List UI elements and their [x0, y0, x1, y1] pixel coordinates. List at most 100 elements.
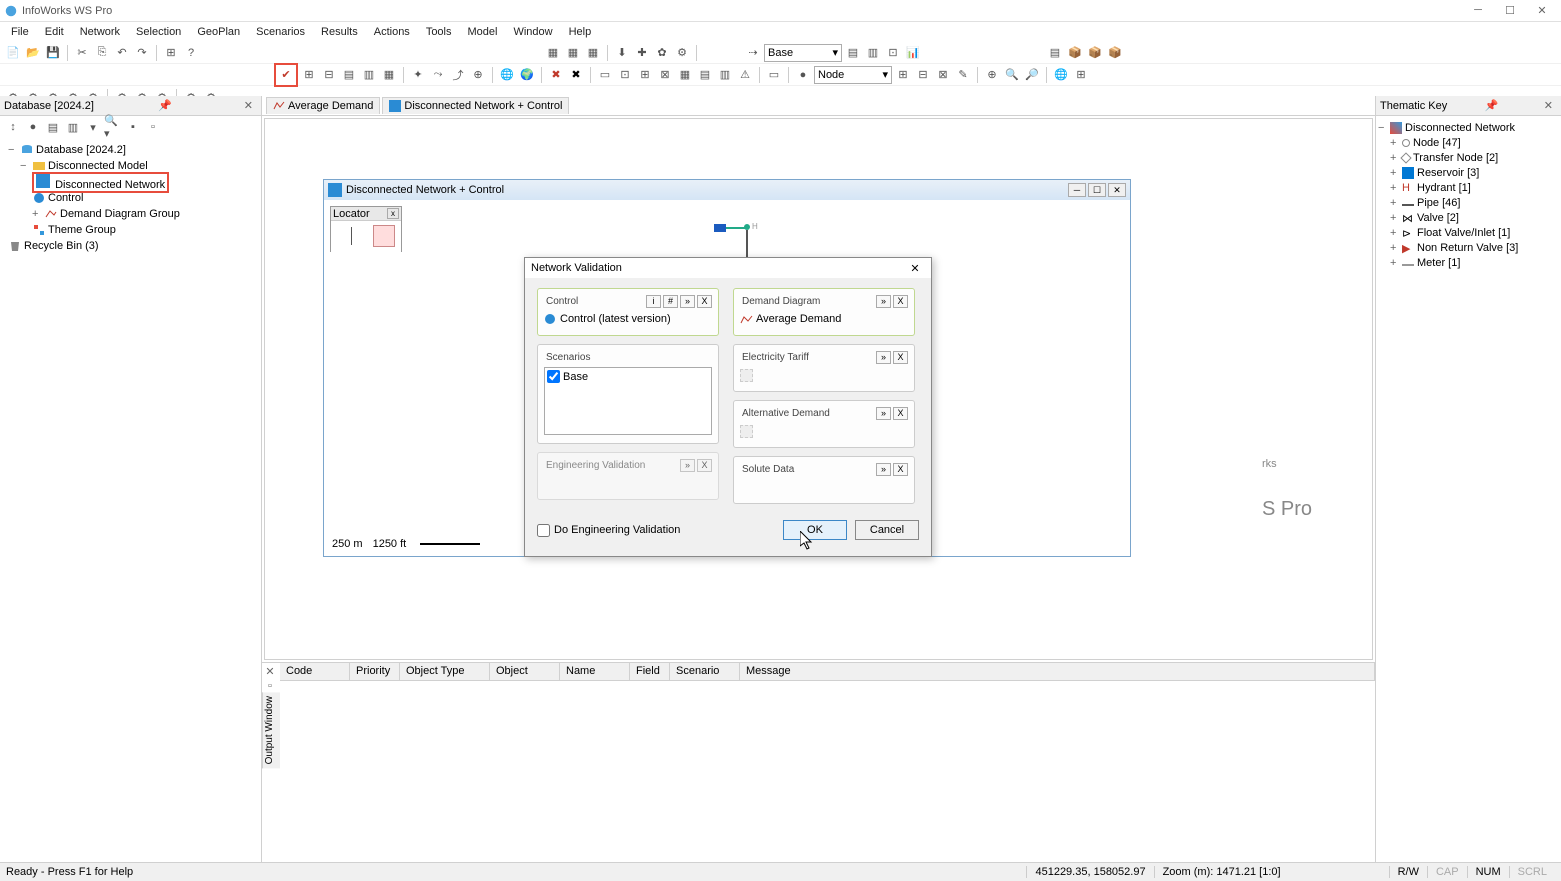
browse-button[interactable]: »	[876, 295, 891, 308]
col-priority[interactable]: Priority	[350, 663, 400, 680]
menu-geoplan[interactable]: GeoPlan	[190, 24, 247, 40]
tool-icon[interactable]: ⊞	[894, 66, 912, 84]
col-scenario[interactable]: Scenario	[670, 663, 740, 680]
thematic-item[interactable]: +Transfer Node [2]	[1378, 150, 1559, 165]
globe-icon[interactable]: 🌐	[1052, 66, 1070, 84]
tool-icon[interactable]: ✖	[567, 66, 585, 84]
copy-icon[interactable]: ⎘	[93, 44, 111, 62]
iw-close[interactable]: ✕	[1108, 183, 1126, 197]
menu-file[interactable]: File	[4, 24, 36, 40]
do-engineering-checkbox[interactable]: Do Engineering Validation	[537, 524, 680, 537]
tree-network[interactable]: Disconnected Network	[8, 174, 257, 190]
search-icon[interactable]: 🔍▾	[104, 118, 122, 136]
iw-maximize[interactable]: ☐	[1088, 183, 1106, 197]
tool-icon[interactable]: ✚	[633, 44, 651, 62]
tool-icon[interactable]: ⊡	[884, 44, 902, 62]
tool-icon[interactable]: ⊠	[934, 66, 952, 84]
tool-icon[interactable]: ▫	[144, 118, 162, 136]
thematic-item[interactable]: +⊳Float Valve/Inlet [1]	[1378, 225, 1559, 240]
tool-icon[interactable]: ⬇	[613, 44, 631, 62]
tool-icon[interactable]: ▾	[84, 118, 102, 136]
tool-icon[interactable]: ▤	[844, 44, 862, 62]
tree-theme[interactable]: Theme Group	[8, 222, 257, 238]
thematic-item[interactable]: +Meter [1]	[1378, 255, 1559, 270]
thematic-item[interactable]: +⋈Valve [2]	[1378, 210, 1559, 225]
output-tab[interactable]: Output Window	[262, 692, 280, 768]
col-object[interactable]: Object	[490, 663, 560, 680]
clear-button[interactable]: X	[893, 295, 908, 308]
tool-icon[interactable]: ▤	[696, 66, 714, 84]
tool-icon[interactable]: 📦	[1106, 44, 1124, 62]
thematic-item[interactable]: +Reservoir [3]	[1378, 165, 1559, 180]
browse-button[interactable]: »	[680, 295, 695, 308]
menu-scenarios[interactable]: Scenarios	[249, 24, 312, 40]
cut-icon[interactable]: ✂	[73, 44, 91, 62]
tool-icon[interactable]: ⊞	[1072, 66, 1090, 84]
tool-icon[interactable]: ⊟	[914, 66, 932, 84]
grid-icon[interactable]: ⊞	[162, 44, 180, 62]
close-button[interactable]: ✕	[1527, 4, 1557, 17]
pointer-icon[interactable]: ▭	[596, 66, 614, 84]
warning-icon[interactable]: ⚠	[736, 66, 754, 84]
menu-help[interactable]: Help	[562, 24, 599, 40]
tool-icon[interactable]: ▤	[340, 66, 358, 84]
tool-icon[interactable]: 🌍	[518, 66, 536, 84]
new-icon[interactable]: 📄	[4, 44, 22, 62]
col-field[interactable]: Field	[630, 663, 670, 680]
clear-button[interactable]: X	[893, 407, 908, 420]
scenario-combo[interactable]: Base▾	[764, 44, 842, 62]
tool-icon[interactable]: ⚙	[673, 44, 691, 62]
thematic-item[interactable]: +HHydrant [1]	[1378, 180, 1559, 195]
tool-icon[interactable]: ✖	[547, 66, 565, 84]
menu-results[interactable]: Results	[314, 24, 365, 40]
undo-icon[interactable]: ↶	[113, 44, 131, 62]
tool-icon[interactable]: 📦	[1086, 44, 1104, 62]
scenario-base-checkbox[interactable]	[547, 370, 560, 383]
edit-icon[interactable]: ✎	[954, 66, 972, 84]
output-close[interactable]: ✕	[262, 663, 278, 678]
iw-minimize[interactable]: ─	[1068, 183, 1086, 197]
tool-icon[interactable]: ▤	[44, 118, 62, 136]
tab-disconnected-network[interactable]: Disconnected Network + Control	[382, 97, 569, 114]
browse-button[interactable]: »	[876, 463, 891, 476]
panel-close[interactable]: ✕	[1540, 99, 1557, 112]
chart-icon[interactable]: 📊	[904, 44, 922, 62]
maximize-button[interactable]: ☐	[1495, 4, 1525, 17]
tool-icon[interactable]: ⊕	[469, 66, 487, 84]
menu-network[interactable]: Network	[73, 24, 127, 40]
tool-icon[interactable]: ▦	[584, 44, 602, 62]
tool-icon[interactable]: ▦	[380, 66, 398, 84]
zoom-out-icon[interactable]: 🔎	[1023, 66, 1041, 84]
menu-selection[interactable]: Selection	[129, 24, 188, 40]
tool-icon[interactable]: ▭	[765, 66, 783, 84]
save-icon[interactable]: 💾	[44, 44, 62, 62]
clear-button[interactable]: X	[697, 295, 712, 308]
pin-icon[interactable]: 📌	[158, 99, 172, 112]
open-icon[interactable]: 📂	[24, 44, 42, 62]
redo-icon[interactable]: ↷	[133, 44, 151, 62]
info-button[interactable]: i	[646, 295, 661, 308]
tool-icon[interactable]: ⊞	[636, 66, 654, 84]
col-code[interactable]: Code	[280, 663, 350, 680]
tree-recycle[interactable]: Recycle Bin (3)	[8, 238, 257, 254]
menu-edit[interactable]: Edit	[38, 24, 71, 40]
panel-close[interactable]: ✕	[240, 99, 257, 112]
thematic-item[interactable]: +Pipe [46]	[1378, 195, 1559, 210]
pin-icon[interactable]: 📌	[1485, 99, 1499, 112]
cancel-button[interactable]: Cancel	[855, 520, 919, 540]
output-pin[interactable]: ▫	[262, 678, 278, 692]
tree-demand[interactable]: + Demand Diagram Group	[8, 206, 257, 222]
dialog-close[interactable]: ✕	[905, 262, 925, 275]
hash-button[interactable]: #	[663, 295, 678, 308]
clear-button[interactable]: X	[893, 351, 908, 364]
tool-icon[interactable]: ⊡	[616, 66, 634, 84]
thematic-item[interactable]: +▶Non Return Valve [3]	[1378, 240, 1559, 255]
tool-icon[interactable]: ⤳	[429, 66, 447, 84]
menu-window[interactable]: Window	[506, 24, 559, 40]
menu-model[interactable]: Model	[461, 24, 505, 40]
zoom-in-icon[interactable]: 🔍	[1003, 66, 1021, 84]
tool-icon[interactable]: ⤴	[449, 66, 467, 84]
menu-tools[interactable]: Tools	[419, 24, 459, 40]
validate-button-highlighted[interactable]: ✔	[274, 63, 298, 87]
col-message[interactable]: Message	[740, 663, 1375, 680]
